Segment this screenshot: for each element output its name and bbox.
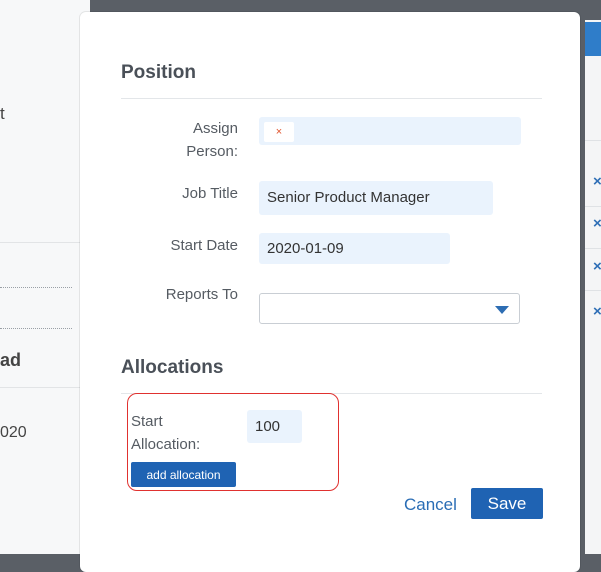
add-allocation-button[interactable]: add allocation: [131, 462, 236, 487]
background-right-header: [585, 22, 601, 56]
background-text-fragment: t: [0, 104, 5, 123]
background-close-icon: ×: [593, 215, 601, 232]
background-right-panel: [585, 20, 601, 554]
background-divider: [0, 242, 88, 243]
position-modal: Position Assign Person: × Job Title Seni…: [80, 12, 580, 572]
background-heading-fragment: ad: [0, 350, 22, 370]
background-text-fragment: 020: [0, 424, 27, 441]
start-allocation-input[interactable]: 100: [247, 410, 302, 443]
save-button[interactable]: Save: [471, 488, 543, 519]
reports-to-select[interactable]: [259, 293, 520, 324]
background-close-icon: ×: [593, 303, 601, 320]
background-close-icon: ×: [593, 173, 601, 190]
allocations-section-title: Allocations: [121, 357, 224, 378]
start-allocation-label: Start Allocation:: [131, 413, 201, 453]
background-divider: [585, 290, 601, 291]
start-date-input[interactable]: 2020-01-09: [259, 233, 450, 264]
reports-to-label: Reports To: [165, 286, 238, 303]
job-title-label: Job Title: [182, 185, 238, 202]
background-close-icon: ×: [593, 258, 601, 275]
chevron-down-icon: [495, 306, 509, 314]
remove-person-chip-icon[interactable]: ×: [264, 122, 294, 142]
background-divider: [585, 248, 601, 249]
job-title-input[interactable]: Senior Product Manager: [259, 181, 493, 215]
background-divider: [0, 287, 72, 288]
background-divider: [585, 140, 601, 141]
start-date-label: Start Date: [170, 237, 238, 254]
background-page: t ad 020: [0, 0, 90, 554]
cancel-button[interactable]: Cancel: [404, 495, 457, 515]
assign-person-input[interactable]: ×: [259, 117, 521, 145]
background-divider: [0, 387, 88, 388]
background-divider: [0, 328, 72, 329]
position-section-title: Position: [121, 62, 196, 83]
section-divider: [121, 98, 542, 99]
assign-person-label: Assign Person:: [186, 120, 238, 160]
background-divider: [585, 206, 601, 207]
